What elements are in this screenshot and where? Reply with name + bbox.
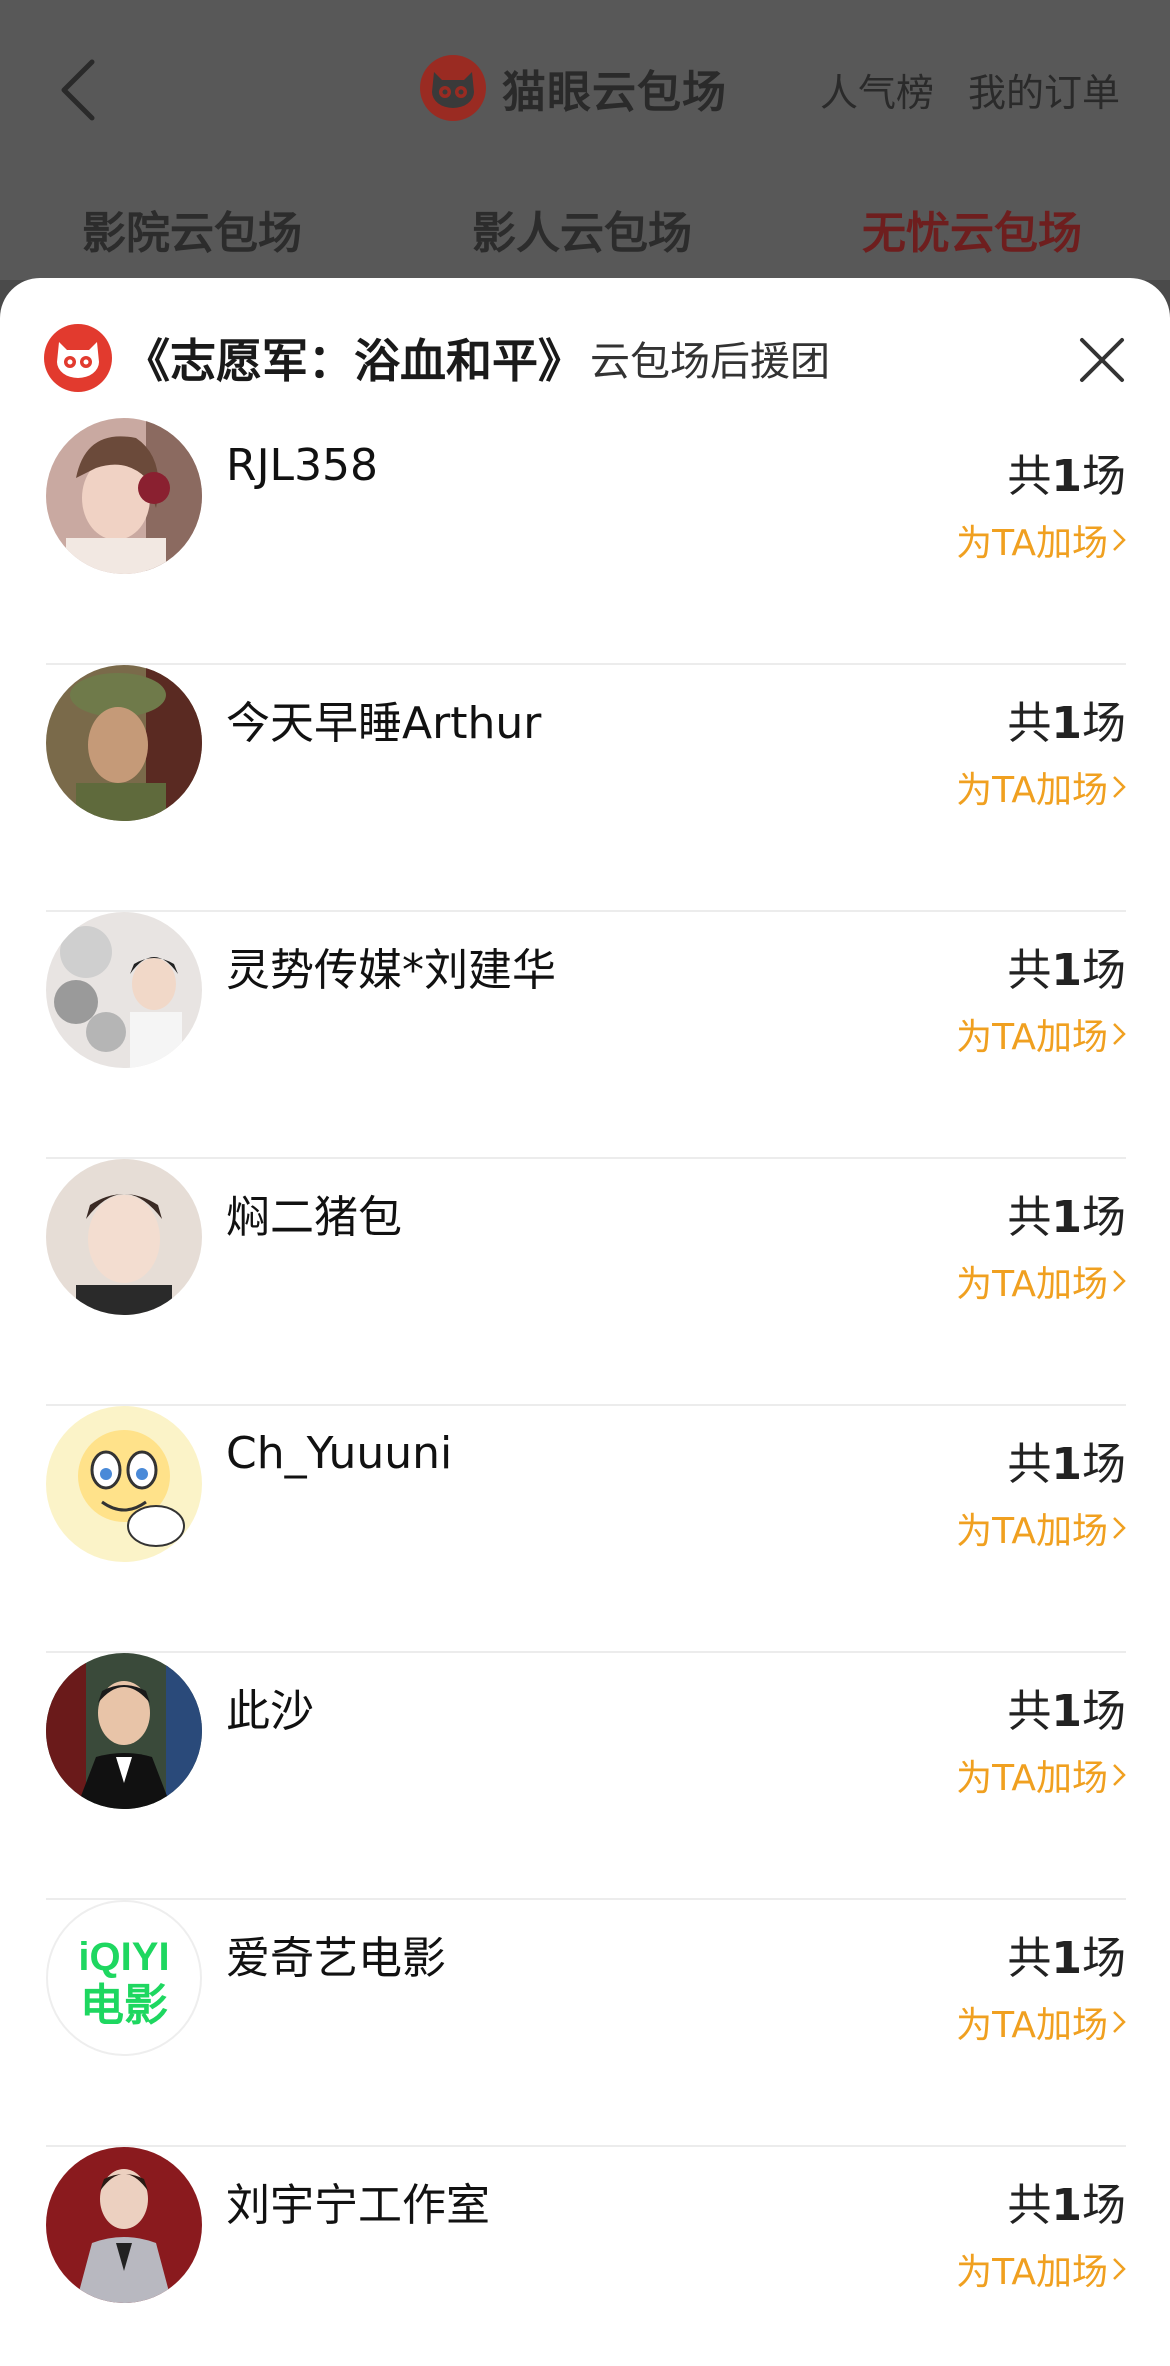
list-item[interactable]: 焖二猪包 共1场 为TA加场 <box>0 1159 1170 1406</box>
list-item[interactable]: iQIYI 电影 爱奇艺电影 共1场 为TA加场 <box>0 1900 1170 2147</box>
chevron-left-icon <box>61 59 95 121</box>
avatar <box>46 665 202 821</box>
chevron-right-icon <box>1113 2258 1126 2280</box>
chevron-right-icon <box>1113 529 1126 551</box>
ranking-link[interactable]: 人气榜 <box>820 62 934 117</box>
add-session-link[interactable]: 为TA加场 <box>956 1008 1126 1060</box>
avatar <box>46 1406 202 1562</box>
session-count: 共1场 <box>1007 1439 1126 1490</box>
supporter-name: 焖二猪包 <box>226 1192 402 1243</box>
chevron-right-icon <box>1113 2011 1126 2033</box>
supporter-name: Ch_Yuuuni <box>226 1428 453 1479</box>
session-count: 共1场 <box>1007 698 1126 749</box>
supporter-name: 刘宇宁工作室 <box>226 2180 490 2231</box>
avatar <box>46 1653 202 1809</box>
session-count: 共1场 <box>1007 2180 1126 2231</box>
add-session-link[interactable]: 为TA加场 <box>956 1502 1126 1554</box>
app-root: 猫眼云包场 人气榜 我的订单 影院云包场 影人云包场 无忧云包场 《志愿军：浴血… <box>0 0 1170 2366</box>
top-bar: 猫眼云包场 人气榜 我的订单 <box>0 0 1170 175</box>
supporters-sheet: 《志愿军：浴血和平》 云包场后援团 RJL358 共1场 为TA加场 今天早睡A… <box>0 278 1170 2366</box>
list-item[interactable]: 灵势传媒*刘建华 共1场 为TA加场 <box>0 912 1170 1159</box>
chevron-right-icon <box>1113 1517 1126 1539</box>
tab-worry-free[interactable]: 无忧云包场 <box>862 197 1082 261</box>
supporter-name: 灵势传媒*刘建华 <box>226 945 556 996</box>
tab-cinema[interactable]: 影院云包场 <box>82 197 302 261</box>
session-count: 共1场 <box>1007 1933 1126 1984</box>
sheet-subtitle: 云包场后援团 <box>590 339 830 385</box>
supporter-name: 此沙 <box>226 1686 314 1737</box>
sheet-header: 《志愿军：浴血和平》 云包场后援团 <box>44 318 1124 398</box>
list-item[interactable]: 刘宇宁工作室 共1场 为TA加场 <box>0 2147 1170 2366</box>
brand-title: 猫眼云包场 <box>502 67 727 118</box>
tab-bar: 影院云包场 影人云包场 无忧云包场 <box>0 175 1170 280</box>
session-count: 共1场 <box>1007 1192 1126 1243</box>
avatar <box>46 418 202 574</box>
add-session-link[interactable]: 为TA加场 <box>956 514 1126 566</box>
supporter-name: 爱奇艺电影 <box>226 1933 446 1984</box>
maoyan-logo-icon <box>44 324 112 392</box>
my-orders-link[interactable]: 我的订单 <box>968 62 1120 117</box>
avatar <box>46 1159 202 1315</box>
chevron-right-icon <box>1113 1023 1126 1045</box>
chevron-right-icon <box>1113 1764 1126 1786</box>
list-item[interactable]: 此沙 共1场 为TA加场 <box>0 1653 1170 1900</box>
close-button[interactable] <box>1074 332 1130 388</box>
supporter-name: 今天早睡Arthur <box>226 698 542 749</box>
tab-filmmaker[interactable]: 影人云包场 <box>472 197 692 261</box>
svg-text:iQIYI: iQIYI <box>78 1935 169 1979</box>
add-session-link[interactable]: 为TA加场 <box>956 1255 1126 1307</box>
chevron-right-icon <box>1113 776 1126 798</box>
add-session-link[interactable]: 为TA加场 <box>956 761 1126 813</box>
movie-title: 《志愿军：浴血和平》 <box>124 334 584 388</box>
add-session-link[interactable]: 为TA加场 <box>956 2243 1126 2295</box>
list-item[interactable]: Ch_Yuuuni 共1场 为TA加场 <box>0 1406 1170 1653</box>
close-icon <box>1080 338 1124 382</box>
chevron-right-icon <box>1113 1270 1126 1292</box>
supporter-list: RJL358 共1场 为TA加场 今天早睡Arthur 共1场 为TA加场 灵势… <box>0 418 1170 2366</box>
back-button[interactable] <box>48 50 108 130</box>
list-item[interactable]: 今天早睡Arthur 共1场 为TA加场 <box>0 665 1170 912</box>
session-count: 共1场 <box>1007 451 1126 502</box>
add-session-link[interactable]: 为TA加场 <box>956 1996 1126 2048</box>
avatar <box>46 912 202 1068</box>
session-count: 共1场 <box>1007 945 1126 996</box>
avatar <box>46 2147 202 2303</box>
iqiyi-logo: iQIYI 电影 <box>46 1900 202 2056</box>
add-session-link[interactable]: 为TA加场 <box>956 1749 1126 1801</box>
supporter-name: RJL358 <box>226 440 379 491</box>
list-item[interactable]: RJL358 共1场 为TA加场 <box>0 418 1170 665</box>
svg-text:电影: 电影 <box>80 1980 168 2031</box>
maoyan-logo-icon <box>420 55 486 121</box>
brand: 猫眼云包场 <box>420 48 727 128</box>
session-count: 共1场 <box>1007 1686 1126 1737</box>
